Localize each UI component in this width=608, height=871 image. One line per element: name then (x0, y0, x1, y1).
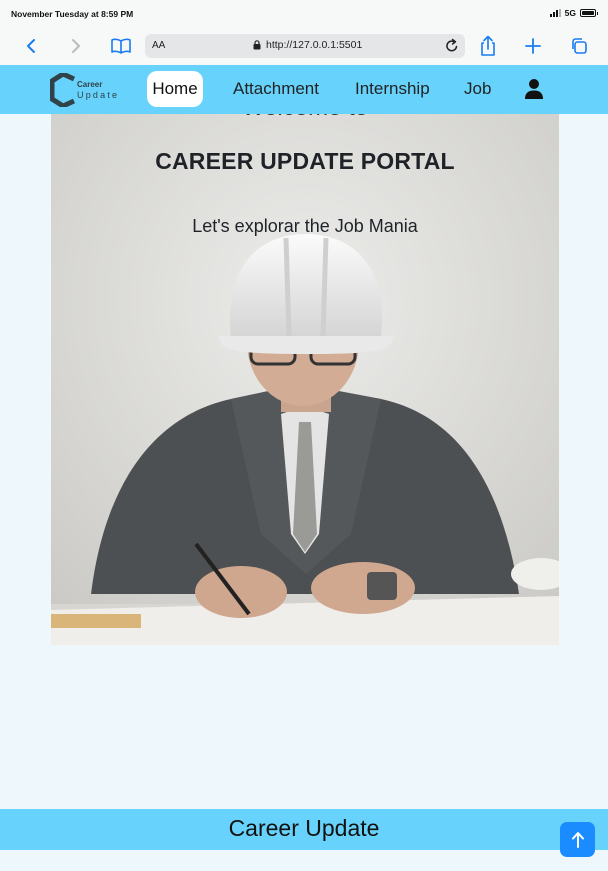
nav-job[interactable]: Job (464, 71, 491, 107)
lock-icon (253, 40, 261, 50)
reload-button[interactable] (445, 38, 459, 58)
nav-attachment[interactable]: Attachment (233, 71, 319, 107)
bookmarks-button[interactable] (108, 33, 134, 59)
status-bar: November Tuesday at 8:59 PM 5G (0, 0, 608, 28)
logo-line1: Career (77, 80, 103, 89)
address-bar[interactable]: AA http://127.0.0.1:5501 (145, 34, 465, 58)
text-size-button[interactable]: AA (152, 40, 165, 51)
status-indicators: 5G (549, 8, 598, 18)
share-button[interactable] (475, 33, 501, 59)
browser-toolbar: AA http://127.0.0.1:5501 (0, 28, 608, 65)
nav-home[interactable]: Home (147, 71, 203, 107)
scroll-to-top-button[interactable] (560, 822, 595, 857)
hero-banner: Welcome to CAREER UPDATE PORTAL Let's ex… (51, 114, 559, 645)
hero-subtitle: Let's explorar the Job Mania (192, 216, 418, 236)
career-update-logo[interactable]: Career Update (50, 72, 130, 108)
plus-icon (525, 38, 541, 54)
tabs-button[interactable] (566, 33, 592, 59)
forward-button[interactable] (63, 33, 89, 59)
url-text: http://127.0.0.1:5501 (266, 39, 363, 51)
reload-icon (446, 38, 458, 52)
status-time: November Tuesday at 8:59 PM (11, 9, 134, 19)
chevron-left-icon (27, 39, 35, 53)
tabs-icon (572, 38, 587, 54)
user-icon (525, 79, 543, 99)
arrow-up-icon (571, 831, 584, 848)
site-navbar: Career Update Home Attachment Internship… (0, 65, 608, 114)
url-display: http://127.0.0.1:5501 (253, 39, 362, 51)
nav-internship[interactable]: Internship (355, 71, 430, 107)
hero-welcome-text: Welcome to (51, 114, 559, 122)
chevron-right-icon (72, 39, 80, 53)
signal-icon (549, 9, 561, 17)
battery-icon (580, 9, 598, 17)
new-tab-button[interactable] (520, 33, 546, 59)
user-account-button[interactable] (524, 78, 544, 100)
share-icon (481, 35, 495, 56)
footer-title: Career Update (228, 815, 380, 841)
network-label: 5G (564, 8, 576, 18)
hero-title: CAREER UPDATE PORTAL (155, 148, 455, 174)
back-button[interactable] (18, 33, 44, 59)
book-icon (111, 38, 131, 54)
logo-line2: Update (77, 90, 120, 100)
hero-photo-engineer (51, 114, 559, 645)
site-footer: Career Update (0, 809, 608, 850)
hexagon-logo-icon (50, 73, 76, 107)
